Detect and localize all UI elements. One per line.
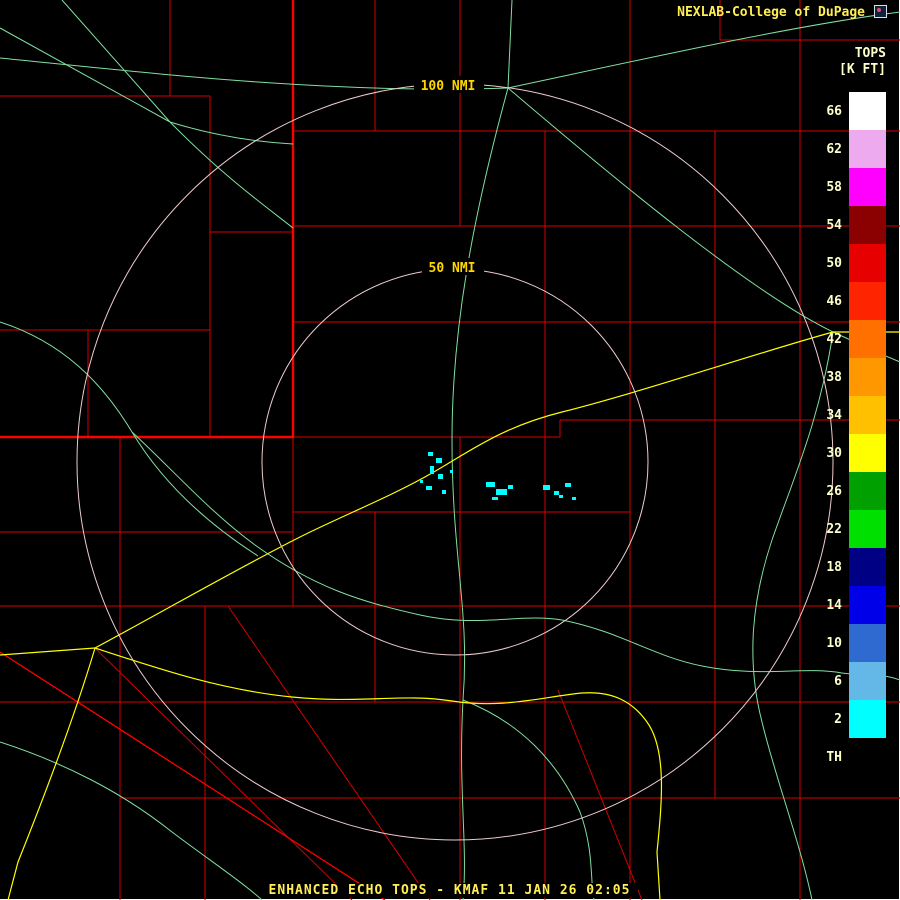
highway-line xyxy=(94,647,663,900)
road-line xyxy=(169,121,294,229)
legend-swatch xyxy=(849,700,886,738)
legend-row: 6 xyxy=(813,662,886,700)
legend-value: 2 xyxy=(834,711,842,727)
legend-value: 38 xyxy=(826,369,842,385)
legend-row: 50 xyxy=(813,244,886,282)
legend-row: 42 xyxy=(813,320,886,358)
range-ring-50nmi xyxy=(261,268,649,656)
river-line xyxy=(131,431,900,681)
road-line xyxy=(0,741,263,900)
legend-swatch xyxy=(849,738,886,776)
range-ring-100nmi xyxy=(76,83,834,841)
storm-echoes xyxy=(420,452,576,500)
legend-value: 30 xyxy=(826,445,842,461)
legend-row: 54 xyxy=(813,206,886,244)
site-title: NEXLAB-College of DuPage xyxy=(677,5,865,20)
legend-swatch xyxy=(849,320,886,358)
legend-row: 2 xyxy=(813,700,886,738)
color-scale: 66 62 58 54 50 46 42 38 34 30 26 22 18 1… xyxy=(813,92,886,776)
legend-value: 50 xyxy=(826,255,842,271)
legend-value: 66 xyxy=(826,103,842,119)
legend-row: 34 xyxy=(813,396,886,434)
legend-swatch xyxy=(849,130,886,168)
radar-map: 100 NMI 50 NMI xyxy=(0,0,900,900)
legend-value: 42 xyxy=(826,331,842,347)
legend-swatch xyxy=(849,472,886,510)
legend-value: 26 xyxy=(826,483,842,499)
legend-swatch xyxy=(849,548,886,586)
legend-swatch xyxy=(849,396,886,434)
road-line xyxy=(0,321,259,557)
legend-value: 10 xyxy=(826,635,842,651)
legend-swatch xyxy=(849,434,886,472)
highways xyxy=(0,331,900,900)
echo-tops-legend: TOPS [K FT] 66 62 58 54 50 46 42 38 34 3… xyxy=(813,46,886,776)
legend-value: 14 xyxy=(826,597,842,613)
legend-value: 58 xyxy=(826,179,842,195)
legend-value: 62 xyxy=(826,141,842,157)
legend-value: TH xyxy=(826,749,842,765)
legend-swatch xyxy=(849,168,886,206)
legend-value: 6 xyxy=(834,673,842,689)
red-boundary-diagonal xyxy=(0,651,386,900)
ring-label-50nmi: 50 NMI xyxy=(429,261,476,276)
county-boundaries xyxy=(0,0,900,900)
legend-swatch xyxy=(849,510,886,548)
legend-row: 18 xyxy=(813,548,886,586)
product-caption: ENHANCED ECHO TOPS - KMAF 11 JAN 26 02:0… xyxy=(0,883,899,898)
legend-row: TH xyxy=(813,738,886,776)
legend-swatch xyxy=(849,586,886,624)
radar-screen: 100 NMI 50 NMI NEXLAB-College of DuPage … xyxy=(0,0,900,900)
legend-swatch xyxy=(849,662,886,700)
legend-swatch xyxy=(849,358,886,396)
county-lines xyxy=(0,0,900,900)
legend-swatch xyxy=(849,206,886,244)
legend-value: 22 xyxy=(826,521,842,537)
legend-value: 18 xyxy=(826,559,842,575)
legend-swatch xyxy=(849,244,886,282)
legend-row: 26 xyxy=(813,472,886,510)
roads xyxy=(0,0,900,900)
legend-value: 54 xyxy=(826,217,842,233)
legend-row: 14 xyxy=(813,586,886,624)
legend-row: 10 xyxy=(813,624,886,662)
legend-row: 22 xyxy=(813,510,886,548)
highway-line xyxy=(0,647,96,656)
legend-value: 34 xyxy=(826,407,842,423)
road-line xyxy=(507,0,513,89)
product-caption-text: ENHANCED ECHO TOPS - KMAF 11 JAN 26 02:0… xyxy=(260,883,639,898)
legend-row: 46 xyxy=(813,282,886,320)
legend-title: TOPS xyxy=(854,46,886,61)
legend-unit: [K FT] xyxy=(839,62,886,77)
legend-row: 30 xyxy=(813,434,886,472)
legend-swatch xyxy=(849,92,886,130)
state-border xyxy=(0,0,295,439)
legend-row: 62 xyxy=(813,130,886,168)
legend-row: 58 xyxy=(813,168,886,206)
image-placeholder-icon xyxy=(874,5,887,18)
legend-swatch xyxy=(849,282,886,320)
legend-swatch xyxy=(849,624,886,662)
legend-value: 46 xyxy=(826,293,842,309)
ring-label-100nmi: 100 NMI xyxy=(421,79,476,94)
legend-row: 38 xyxy=(813,358,886,396)
legend-row: 66 xyxy=(813,92,886,130)
